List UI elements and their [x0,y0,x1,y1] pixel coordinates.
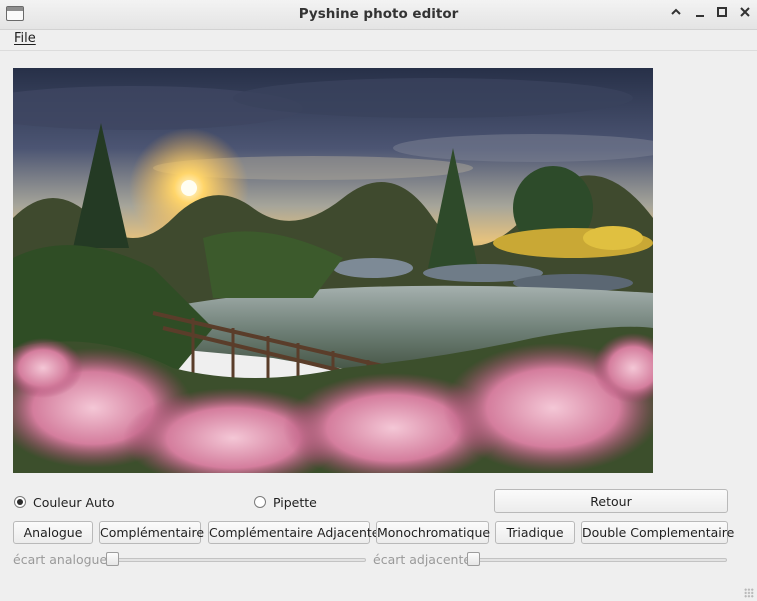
radio-indicator-checked [14,496,26,508]
window-title: Pyshine photo editor [298,6,459,22]
radio-couleur-auto-label: Couleur Auto [33,494,115,510]
resize-grip-icon[interactable] [744,588,754,598]
double-complementaire-button[interactable]: Double Complementaire [581,521,734,544]
minimize-icon[interactable] [692,5,708,23]
radio-couleur-auto[interactable]: Couleur Auto [14,494,115,510]
maximize-icon[interactable] [714,5,730,23]
ecart-adjacente-track[interactable] [468,558,727,562]
ecart-adjacente-label: écart adjacente [373,552,472,567]
ecart-analogue-label: écart analogue [13,552,108,567]
triadique-button[interactable]: Triadique [495,521,575,544]
ecart-analogue-track[interactable] [107,558,366,562]
retour-button[interactable]: Retour [494,489,728,513]
ecart-analogue-handle[interactable] [106,552,119,566]
landscape-photo [13,68,653,473]
photo-canvas[interactable] [13,68,653,473]
close-icon[interactable] [737,5,753,23]
menu-file[interactable]: File [14,31,36,46]
radio-indicator-unchecked [254,496,266,508]
analogue-button[interactable]: Analogue [13,521,93,544]
menu-bar: File [0,30,757,51]
radio-pipette[interactable]: Pipette [254,494,317,510]
title-bar: Pyshine photo editor [0,0,757,30]
ecart-adjacente-handle[interactable] [467,552,480,566]
complementaire-adjacente-button[interactable]: Complémentaire Adjacente [208,521,379,544]
chevron-up-icon[interactable] [668,5,684,23]
radio-pipette-label: Pipette [273,494,317,510]
complementaire-button[interactable]: Complémentaire [99,521,204,544]
monochromatique-button[interactable]: Monochromatique [376,521,490,544]
